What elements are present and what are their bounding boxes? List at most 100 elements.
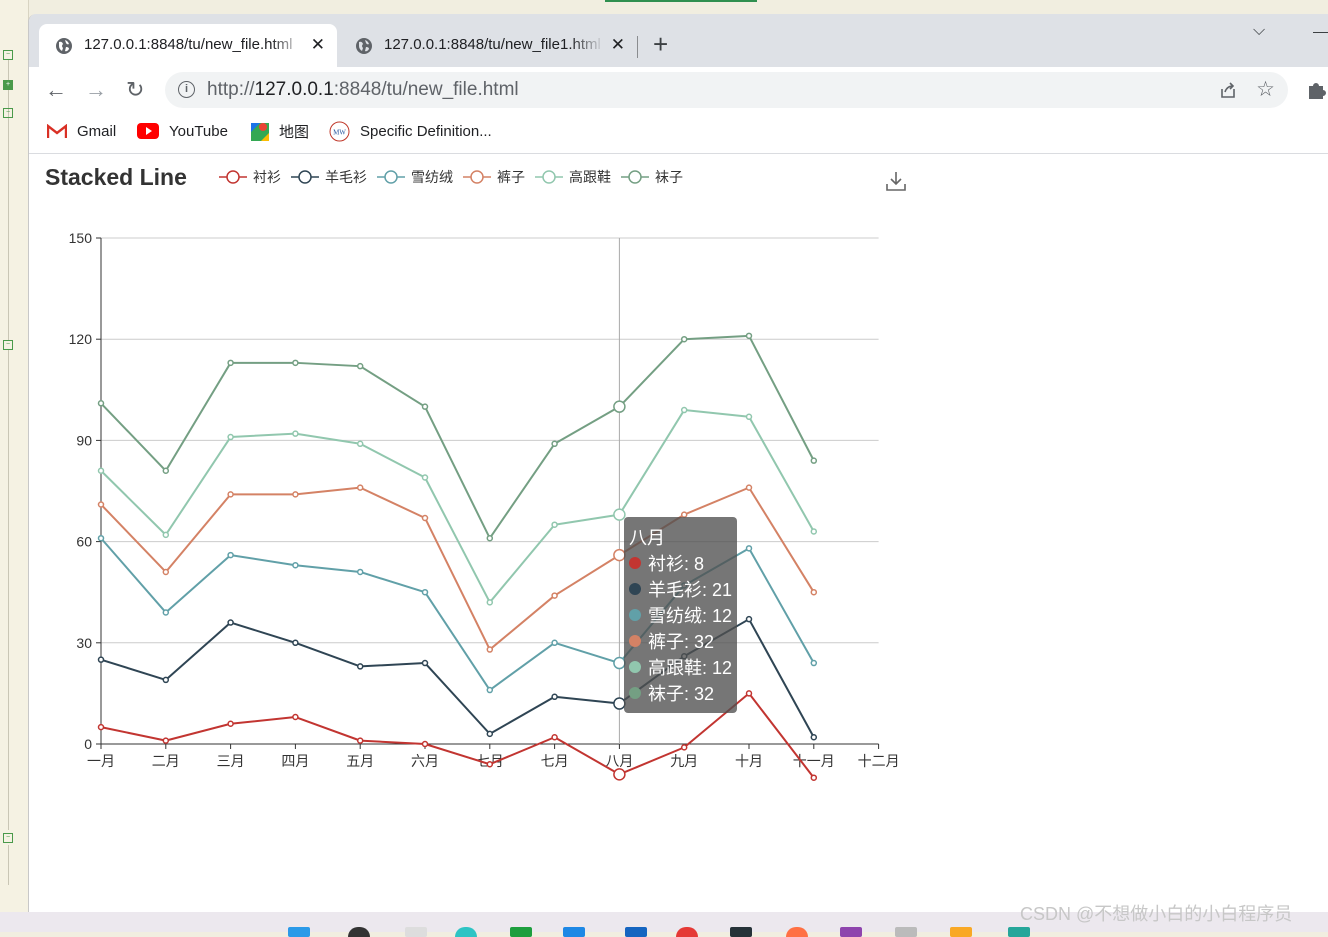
fold-marker[interactable]: −	[3, 833, 13, 843]
data-point	[292, 491, 299, 498]
terminal-icon[interactable]	[730, 927, 752, 937]
x-tick-label: 七月	[541, 754, 569, 770]
legend-label: 高跟鞋	[569, 169, 611, 185]
legend-label: 雪纺绒	[411, 169, 453, 185]
tooltip-row: 羊毛衫: 21	[629, 576, 732, 602]
data-point	[356, 484, 364, 491]
new-tab-button[interactable]: +	[653, 30, 668, 58]
bookmark-star-icon[interactable]: ☆	[1256, 77, 1275, 102]
back-button[interactable]: ←	[45, 77, 67, 103]
page-content: 0306090120150一月二月三月四月五月六月七月七月八月九月十月十一月十二…	[29, 154, 1328, 912]
chart-title: Stacked Line	[45, 164, 187, 190]
x-tick-label: 十一月	[793, 754, 835, 770]
bookmark-label: Gmail	[77, 122, 117, 140]
data-point	[810, 774, 818, 781]
chrome-icon[interactable]	[676, 927, 698, 937]
tab-search-chevron-icon[interactable]: ⌵	[1253, 22, 1265, 40]
legend-item[interactable]: 羊毛衫	[291, 167, 367, 187]
taskview-icon[interactable]	[405, 927, 427, 937]
legend-item[interactable]: 高跟鞋	[535, 167, 611, 187]
series-dot	[629, 583, 641, 595]
bookmark-label: YouTube	[169, 122, 228, 140]
site-info-icon[interactable]: i	[178, 81, 195, 98]
data-point	[162, 737, 170, 744]
address-bar[interactable]: i http://127.0.0.1:8848/tu/new_file.html…	[165, 72, 1288, 108]
minimize-button[interactable]	[1313, 32, 1328, 33]
legend-item[interactable]: 雪纺绒	[377, 167, 453, 187]
bookmark-gmail[interactable]: Gmail	[47, 121, 116, 141]
folder-icon[interactable]	[950, 927, 972, 937]
data-point	[162, 568, 170, 576]
y-tick-label: 60	[76, 534, 92, 550]
bookmark-youtube[interactable]: YouTube	[137, 121, 228, 141]
legend-marker	[226, 170, 240, 184]
legend-marker	[384, 170, 398, 184]
share-icon[interactable]	[1218, 80, 1238, 100]
data-point	[551, 440, 558, 448]
data-point	[680, 406, 688, 414]
url-host: 127.0.0.1	[254, 79, 334, 100]
data-point	[486, 730, 494, 738]
app-icon[interactable]	[1008, 927, 1030, 937]
fold-guide	[8, 60, 9, 340]
close-tab-icon[interactable]: ✕	[311, 35, 325, 55]
data-point	[745, 413, 753, 421]
tab-inactive[interactable]: 127.0.0.1:8848/tu/new_file1.html ✕	[339, 24, 637, 67]
data-point	[613, 400, 626, 413]
data-point	[810, 528, 818, 535]
data-point	[421, 403, 429, 410]
edge-icon[interactable]	[455, 927, 477, 937]
legend-item[interactable]: 袜子	[621, 167, 683, 187]
data-point	[486, 686, 494, 694]
download-icon[interactable]	[885, 170, 907, 192]
data-point	[227, 359, 234, 367]
legend-item[interactable]: 裤子	[463, 167, 525, 187]
url-path: :8848/tu/new_file.html	[333, 79, 519, 100]
fold-marker[interactable]: −	[3, 50, 13, 60]
fold-marker[interactable]: −	[3, 340, 13, 350]
data-point	[551, 521, 558, 528]
tooltip-row-text: 高跟鞋: 12	[648, 658, 733, 678]
browser-window: 127.0.0.1:8848/tu/new_file.html ✕ 127.0.…	[28, 14, 1328, 912]
legend-marker	[628, 170, 642, 184]
window-top-strip	[605, 0, 757, 2]
data-point	[810, 588, 818, 596]
x-tick-label: 十月	[735, 754, 763, 770]
url-text[interactable]: http://127.0.0.1:8848/tu/new_file.html	[207, 79, 519, 101]
fold-marker[interactable]: −	[3, 108, 13, 118]
tooltip-title: 八月	[629, 528, 665, 548]
tooltip-row-text: 裤子: 32	[648, 632, 715, 652]
app-icon[interactable]	[786, 927, 808, 937]
search-icon[interactable]	[348, 927, 370, 937]
app-icon[interactable]	[895, 927, 917, 937]
app-icon[interactable]	[840, 927, 862, 937]
series-dot	[629, 661, 641, 673]
forward-button[interactable]: →	[85, 77, 107, 103]
app-icon[interactable]	[510, 927, 532, 937]
x-tick-label: 三月	[217, 754, 245, 770]
tab-active[interactable]: 127.0.0.1:8848/tu/new_file.html ✕	[39, 24, 337, 67]
windows-start-icon[interactable]	[288, 927, 310, 937]
legend-label: 袜子	[655, 169, 683, 185]
svg-text:MW: MW	[333, 128, 346, 136]
extensions-puzzle-icon[interactable]	[1306, 79, 1328, 101]
data-point	[486, 599, 494, 606]
tab-strip: 127.0.0.1:8848/tu/new_file.html ✕ 127.0.…	[29, 14, 1328, 67]
bookmark-label: 地图	[279, 123, 310, 141]
legend-marker	[542, 170, 556, 184]
fold-marker[interactable]: +	[3, 80, 13, 90]
legend-item[interactable]: 衬衫	[219, 167, 281, 187]
bookmark-maps[interactable]: 地图	[251, 121, 309, 141]
tab-separator	[637, 36, 638, 58]
legend-label: 衬衫	[253, 169, 281, 185]
data-point	[97, 467, 105, 475]
maps-icon	[251, 123, 269, 141]
chart-tooltip: 八月 衬衫: 8 羊毛衫: 21 雪纺绒: 12 裤子: 32 高跟鞋: 12 …	[624, 517, 737, 713]
bookmark-mw[interactable]: MW Specific Definition...	[329, 121, 492, 141]
reload-button[interactable]: ↻	[126, 77, 144, 103]
series-dot	[629, 609, 641, 621]
vscode-icon[interactable]	[625, 927, 647, 937]
store-icon[interactable]	[563, 927, 585, 937]
close-tab-icon[interactable]: ✕	[611, 35, 625, 55]
data-point	[292, 561, 299, 569]
